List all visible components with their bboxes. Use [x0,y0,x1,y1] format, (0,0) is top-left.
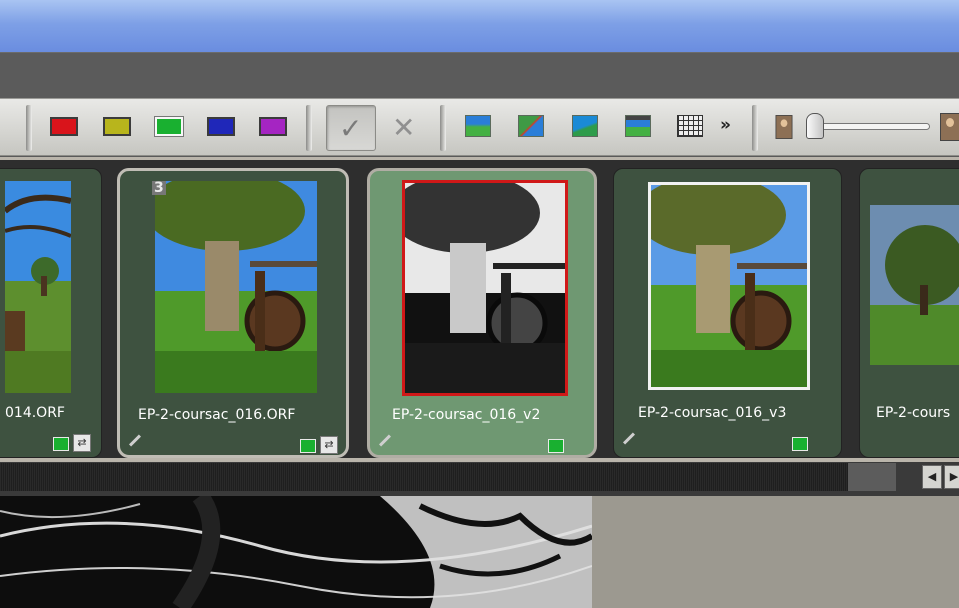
thumbnail-card[interactable]: EP-2-coursac_016_v3 [613,168,842,458]
color-tag [548,439,564,453]
color-label-yellow-button[interactable] [103,117,131,136]
color-label-blue-button[interactable] [207,117,235,136]
thumbnail-image [155,181,317,393]
thumbnail-image [5,181,71,393]
stack-count-badge: 3 [152,180,166,196]
compare-view-icon[interactable] [518,115,544,137]
large-person-icon[interactable] [940,113,959,141]
small-person-icon[interactable] [775,115,793,139]
fit-view-icon[interactable] [572,115,598,137]
toolbar-overflow-button[interactable]: » [720,115,731,135]
color-label-green-button[interactable] [154,116,184,137]
toolbar-separator [752,105,758,151]
thumbnail-filename: EP-2-coursac_016_v2 [392,407,541,423]
filmstrip-view-icon[interactable] [625,115,651,137]
sidecar-file-icon: ⇄ [73,434,91,452]
toolbar-separator [440,105,446,151]
thumbnail-card[interactable]: EP-2-cours [859,168,959,458]
filmstrip: 014.ORF ⇄ 3 EP-2-coursac_016.ORF ⇄ EP-2-… [0,157,959,462]
thumbnail-image [402,180,568,396]
scroll-right-button[interactable]: ▶ [944,465,959,489]
single-view-icon[interactable] [465,115,491,137]
toolbar-separator [26,105,32,151]
menu-bar [0,52,959,98]
toolbar-separator [306,105,312,151]
thumbnail-filename: EP-2-coursac_016_v3 [638,405,787,421]
thumbnail-card-selected[interactable]: EP-2-coursac_016_v2 [367,168,597,458]
edit-pen-icon [378,434,392,447]
edit-pen-icon [128,434,142,447]
thumbnail-filename: 014.ORF [5,405,65,421]
color-label-purple-button[interactable] [259,117,287,136]
thumbnail-image [870,205,959,365]
thumbnail-size-slider-thumb[interactable] [806,113,824,139]
x-icon: ✕ [392,111,416,144]
image-viewer [0,496,959,608]
sidecar-file-icon: ⇄ [320,436,338,454]
thumbnail-size-slider[interactable] [820,123,930,130]
grid-view-icon[interactable] [677,115,703,137]
window-titlebar [0,0,959,52]
color-tag [53,437,69,451]
color-label-red-button[interactable] [50,117,78,136]
approve-button[interactable]: ✓ [326,105,376,151]
preview-image [0,496,592,608]
color-tag [300,439,316,453]
scrollbar-thumb[interactable] [848,463,896,491]
thumbnail-card[interactable]: 014.ORF ⇄ [0,168,102,458]
color-tag [792,437,808,451]
thumbnail-filename: EP-2-cours [876,405,951,421]
reject-button[interactable]: ✕ [380,105,430,151]
app-window: { "color_labels": [ {"name": "red", "col… [0,0,959,608]
thumbnail-filename: EP-2-coursac_016.ORF [138,407,296,423]
thumbnail-image [648,182,810,390]
toolbar: ✓ ✕ » [0,98,959,156]
check-icon: ✓ [339,112,363,145]
edit-pen-icon [622,432,636,445]
thumbnail-card[interactable]: 3 EP-2-coursac_016.ORF ⇄ [117,168,349,458]
scroll-left-button[interactable]: ◀ [922,465,942,489]
scrollbar-track[interactable] [0,463,848,491]
filmstrip-scrollbar[interactable]: ◀ ▶ [0,462,959,496]
filmstrip-track: 014.ORF ⇄ 3 EP-2-coursac_016.ORF ⇄ EP-2-… [0,160,959,458]
